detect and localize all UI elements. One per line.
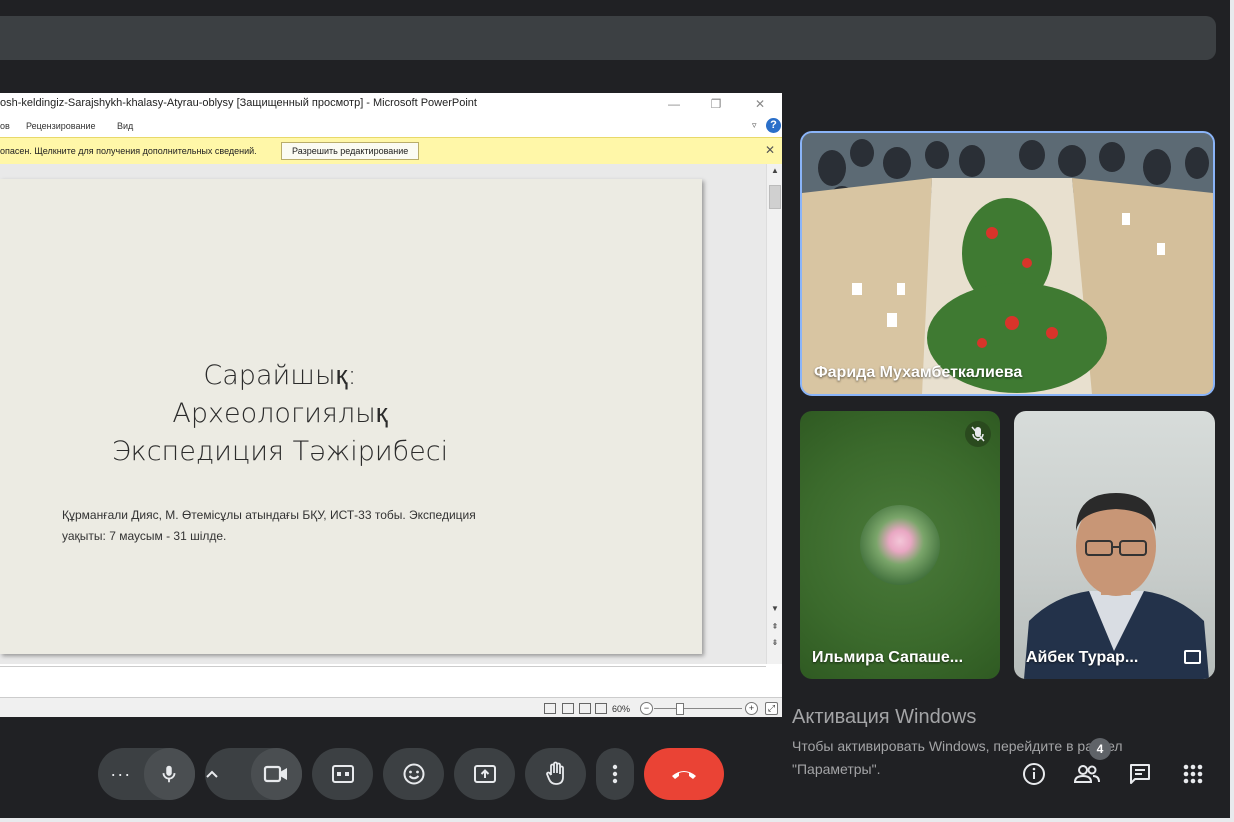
participant-video <box>1024 493 1209 679</box>
microphone-muted-icon <box>965 421 991 447</box>
present-screen-icon <box>473 765 496 783</box>
enable-editing-button: Разрешить редактирование <box>281 142 420 160</box>
emoji-icon <box>403 763 424 785</box>
slide-subtitle-line: уақыты: 7 маусым - 31 шілде. <box>62 529 227 543</box>
conference-room-video <box>802 133 1213 394</box>
shared-powerpoint-window: osh-keldingiz-Sarajshykh-khalasy-Atyrau-… <box>0 93 782 717</box>
menu-item-partial: ов <box>0 121 10 131</box>
microphone-icon <box>162 765 176 783</box>
zoom-slider-thumb <box>676 703 684 715</box>
top-bar <box>0 16 1216 60</box>
screen-border <box>1230 0 1234 822</box>
chat-button[interactable] <box>1126 760 1154 788</box>
fit-window-icon: ⤢ <box>765 702 778 715</box>
people-icon <box>1073 765 1100 783</box>
ppt-menu-bar: ов Рецензирование Вид <box>0 117 782 137</box>
zoom-slider-track <box>654 708 742 709</box>
more-mic-options-group[interactable]: ··· <box>98 748 195 800</box>
menu-item-view: Вид <box>117 121 134 131</box>
participant-tile[interactable]: Айбек Турар... <box>1014 411 1215 679</box>
emoji-button[interactable] <box>383 748 444 800</box>
screen-border <box>0 818 1234 822</box>
slide: Сарайшық: Археологиялық Экспедиция Тәжір… <box>0 179 702 654</box>
close-icon: ✕ <box>765 143 776 157</box>
help-icon: ? <box>766 118 781 133</box>
scroll-thumb <box>769 185 781 209</box>
info-icon <box>1023 763 1045 785</box>
status-bar: 60% − + ⤢ <box>0 697 782 717</box>
zoom-out-icon: − <box>640 702 653 715</box>
protected-view-message: опасен. Щелкните для получения дополните… <box>0 146 257 156</box>
slideshow-icon <box>595 703 607 714</box>
chat-icon <box>1130 764 1150 784</box>
slide-title-line: Археологиялық <box>172 398 388 429</box>
activities-icon <box>1183 764 1203 784</box>
more-options-icon[interactable]: ··· <box>98 764 144 785</box>
ppt-window-title: osh-keldingiz-Sarajshykh-khalasy-Atyrau-… <box>0 97 477 109</box>
microphone-button[interactable] <box>143 748 195 800</box>
participant-name: Айбек Турар... <box>1026 649 1139 666</box>
avatar <box>860 505 940 585</box>
more-options-button[interactable] <box>596 748 634 800</box>
ppt-title-bar: osh-keldingiz-Sarajshykh-khalasy-Atyrau-… <box>0 93 782 115</box>
people-button[interactable] <box>1073 760 1101 788</box>
reading-view-icon <box>579 703 591 714</box>
camera-icon <box>264 765 288 783</box>
captions-icon <box>331 765 354 783</box>
close-icon: ✕ <box>754 97 766 111</box>
captions-button[interactable] <box>312 748 373 800</box>
zoom-in-icon: + <box>745 702 758 715</box>
minimize-icon: — <box>668 97 680 111</box>
scroll-down-icon: ▼ <box>771 604 779 613</box>
camera-button[interactable] <box>250 748 302 800</box>
restore-icon: ❐ <box>710 97 722 111</box>
slide-title-line: Сарайшық: <box>203 360 357 391</box>
participant-name: Фарида Мухамбеткалиева <box>814 364 1023 381</box>
minimize-ribbon-icon: ▿ <box>752 120 757 130</box>
normal-view-icon <box>544 703 556 714</box>
meeting-details-button[interactable] <box>1020 760 1048 788</box>
slide-subtitle: Құрманғали Дияс, М. Өтемісұлы атындағы Б… <box>62 505 502 547</box>
vertical-scrollbar: ▲ ▼ ⇞ ⇟ <box>766 164 782 664</box>
participant-name: Ильмира Сапаше... <box>812 649 964 666</box>
slide-subtitle-line: Құрманғали Дияс, М. Өтемісұлы атындағы Б… <box>62 508 476 522</box>
protected-view-bar: опасен. Щелкните для получения дополните… <box>0 137 782 165</box>
zoom-level: 60% <box>612 704 631 714</box>
previous-slide-icon: ⇞ <box>771 622 779 631</box>
next-slide-icon: ⇟ <box>771 638 779 647</box>
present-screen-button[interactable] <box>454 748 515 800</box>
picture-in-picture-icon[interactable] <box>1184 650 1201 664</box>
slide-title-line: Экспедиция Тәжірибесі <box>111 436 449 467</box>
menu-item-review: Рецензирование <box>26 121 96 131</box>
camera-group[interactable] <box>205 748 302 800</box>
notes-pane <box>0 666 766 697</box>
slide-sorter-icon <box>562 703 574 714</box>
hang-up-icon <box>672 771 696 779</box>
slide-title: Сарайшық: Археологиялық Экспедиция Тәжір… <box>0 357 560 471</box>
more-vert-icon <box>612 764 618 784</box>
people-count-badge: 4 <box>1089 738 1111 760</box>
scroll-up-icon: ▲ <box>771 166 779 175</box>
chevron-up-icon[interactable] <box>205 769 251 779</box>
activities-button[interactable] <box>1179 760 1207 788</box>
raise-hand-button[interactable] <box>525 748 586 800</box>
raise-hand-icon <box>545 761 564 785</box>
windows-activation-title: Активация Windows <box>792 706 977 728</box>
leave-call-button[interactable] <box>644 748 724 800</box>
participant-tile[interactable]: ••• Фарида Мухамбеткалиева <box>800 131 1215 396</box>
